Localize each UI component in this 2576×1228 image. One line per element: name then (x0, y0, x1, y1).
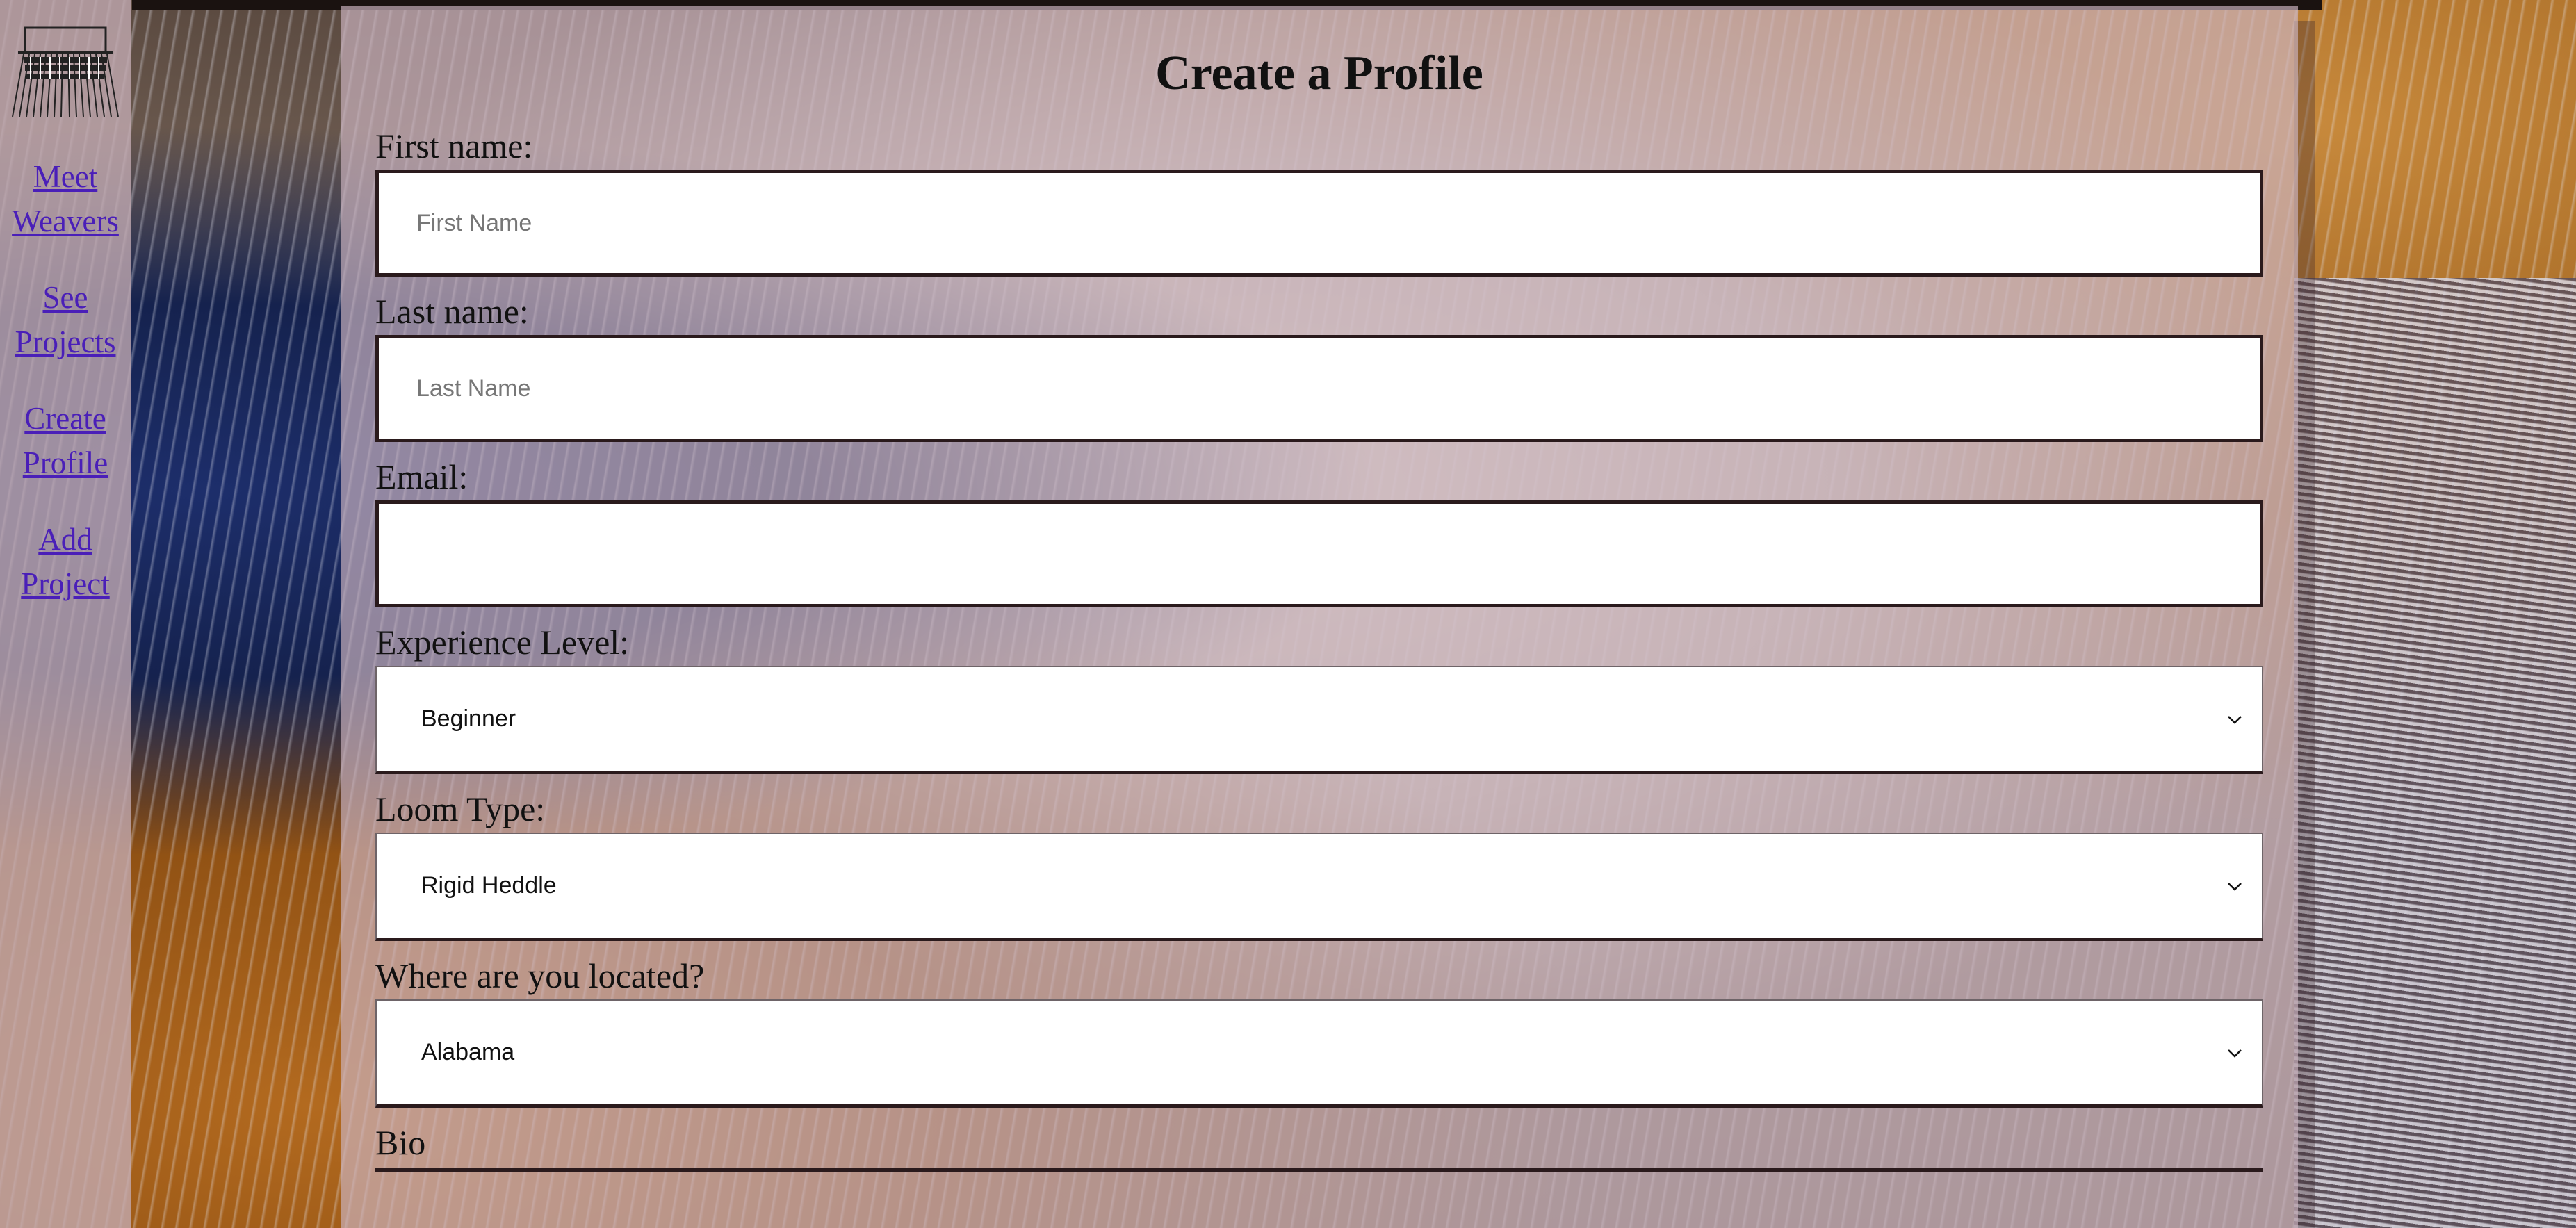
sidebar: Meet Weavers See Projects Create Profile… (0, 0, 131, 1228)
experience-level-label: Experience Level: (375, 623, 630, 662)
chevron-down-icon (2228, 1049, 2242, 1058)
experience-level-select[interactable]: Beginner (375, 666, 2263, 774)
email-label: Email: (375, 457, 468, 496)
nav-link-label: Projects (15, 325, 116, 359)
page-title: Create a Profile (1155, 47, 1483, 100)
last-name-input[interactable] (379, 338, 2260, 439)
bio-textarea-top-edge[interactable] (375, 1168, 2263, 1172)
nav-link-label: Weavers (12, 204, 119, 238)
nav-link-meet-weavers[interactable]: Meet Weavers (3, 154, 128, 243)
nav-link-label: Profile (22, 445, 108, 480)
first-name-input[interactable] (379, 173, 2260, 273)
email-input[interactable] (379, 504, 2260, 604)
chevron-down-icon (2228, 715, 2242, 724)
location-select[interactable]: Alabama (375, 999, 2263, 1108)
loom-type-value: Rigid Heddle (421, 872, 557, 899)
location-label: Where are you located? (375, 956, 705, 995)
first-name-label: First name: (375, 126, 533, 165)
background-loom-threads (2294, 278, 2576, 1228)
chevron-down-icon (2228, 882, 2242, 891)
nav-link-create-profile[interactable]: Create Profile (3, 396, 128, 485)
nav-link-label: See (42, 280, 88, 315)
profile-form-panel: Create a Profile First name: Last name: … (341, 6, 2298, 1228)
nav-link-see-projects[interactable]: See Projects (3, 275, 128, 364)
first-name-field-box (375, 170, 2263, 277)
nav-link-label: Project (21, 566, 110, 601)
nav-link-add-project[interactable]: Add Project (3, 517, 128, 606)
email-field-box (375, 500, 2263, 607)
loom-type-label: Loom Type: (375, 789, 546, 828)
last-name-field-box (375, 335, 2263, 442)
create-profile-form: First name: Last name: Email: Experience… (341, 125, 2298, 1172)
nav-link-label: Create (24, 401, 106, 436)
loom-type-select[interactable]: Rigid Heddle (375, 833, 2263, 941)
experience-level-value: Beginner (421, 705, 516, 732)
location-value: Alabama (421, 1039, 515, 1065)
nav-link-label: Add (38, 522, 92, 557)
nav-menu: Meet Weavers See Projects Create Profile… (3, 154, 128, 638)
loom-icon[interactable] (10, 26, 121, 121)
bio-label: Bio (375, 1123, 426, 1162)
last-name-label: Last name: (375, 292, 529, 331)
nav-link-label: Meet (33, 159, 98, 194)
